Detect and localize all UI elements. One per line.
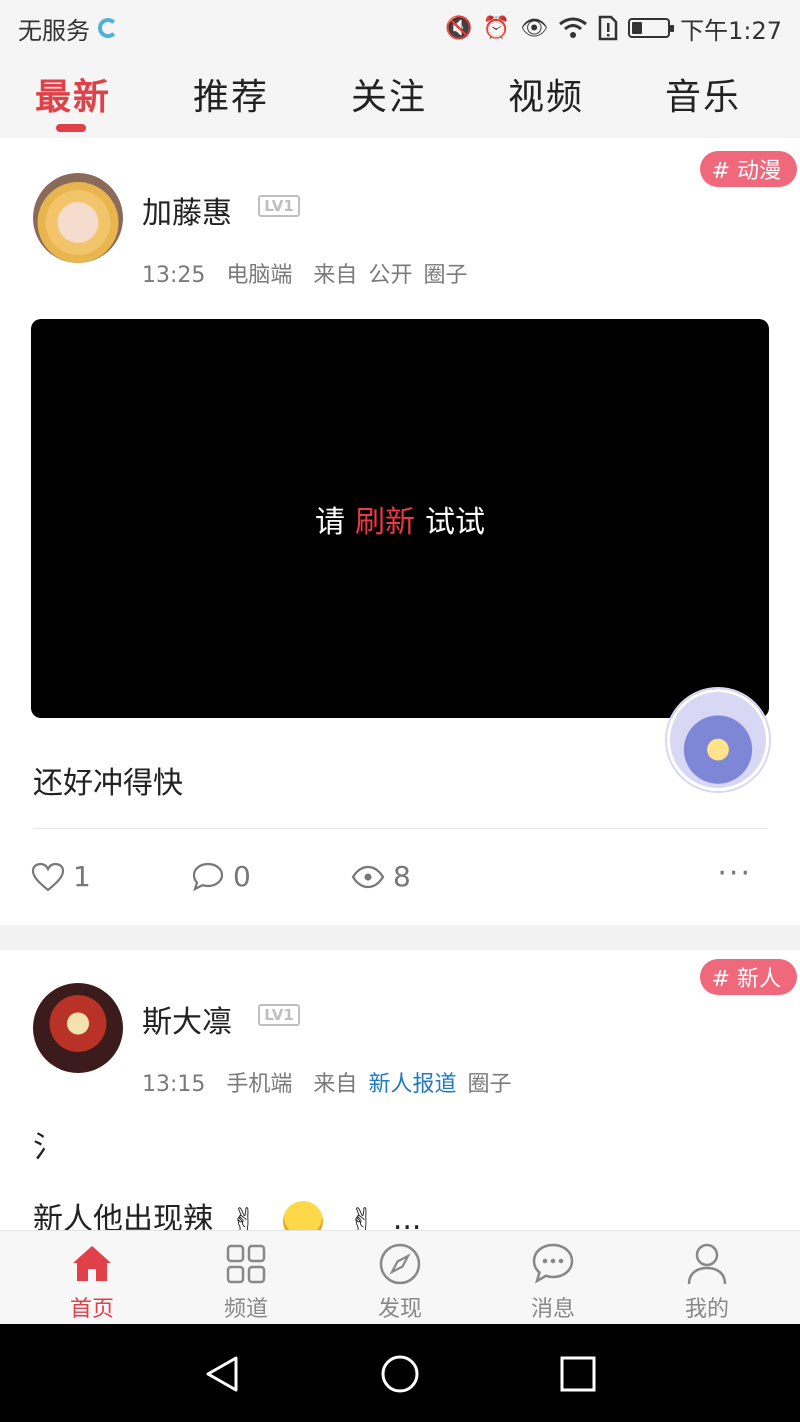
system-nav-bar bbox=[0, 1324, 800, 1422]
wifi-icon bbox=[559, 17, 588, 38]
status-right: 🔇 ⏰ 👁 下午1:27 bbox=[445, 11, 782, 46]
floating-avatar[interactable] bbox=[667, 689, 769, 791]
post-card[interactable]: # 新人 斯大凛 LV1 13:15 手机端 来自 新人报道 圈子 氵 新人他出… bbox=[0, 950, 800, 1230]
grid-icon bbox=[226, 1244, 266, 1284]
tab-music[interactable]: 音乐 bbox=[665, 68, 741, 120]
smile-emoji-icon bbox=[282, 1200, 323, 1230]
home-icon bbox=[73, 1246, 111, 1281]
username[interactable]: 斯大凛 bbox=[142, 997, 232, 1041]
level-badge: LV1 bbox=[258, 195, 300, 217]
comment-icon bbox=[192, 862, 224, 891]
home-circle-icon[interactable] bbox=[380, 1354, 420, 1394]
text-ellipsis: ... bbox=[392, 1202, 422, 1230]
tab-indicator bbox=[56, 124, 86, 132]
avatar[interactable] bbox=[33, 983, 123, 1073]
nav-messages[interactable]: 消息 bbox=[503, 1241, 603, 1323]
post-text-line1: 氵 bbox=[33, 1130, 63, 1165]
circle-name[interactable]: 新人报道 bbox=[368, 1072, 456, 1097]
topic-tag[interactable]: # 新人 bbox=[699, 959, 797, 995]
tab-latest[interactable]: 最新 bbox=[35, 68, 111, 120]
like-count: 1 bbox=[73, 860, 91, 893]
like-button[interactable]: 1 bbox=[31, 860, 91, 893]
nav-home[interactable]: 首页 bbox=[42, 1241, 142, 1323]
post-meta: 13:25 电脑端 来自 公开 圈子 bbox=[142, 257, 471, 289]
refresh-link[interactable]: 刷新 bbox=[355, 497, 415, 541]
nav-profile[interactable]: 我的 bbox=[657, 1241, 757, 1323]
post-time: 13:25 bbox=[142, 263, 206, 288]
post-meta: 13:15 手机端 来自 新人报道 圈子 bbox=[142, 1066, 515, 1098]
nav-channels-label: 频道 bbox=[223, 1297, 268, 1322]
status-left: 无服务 bbox=[18, 11, 118, 46]
post-text-line2: 新人他出现辣 ✌ ✌ ... bbox=[33, 1194, 421, 1230]
from-label: 来自 bbox=[313, 263, 358, 288]
topic-tag[interactable]: # 动漫 bbox=[699, 151, 797, 187]
more-options-button[interactable]: ··· bbox=[717, 856, 752, 891]
user-icon bbox=[687, 1243, 727, 1285]
bottom-nav: 首页 频道 发现 消息 我的 bbox=[0, 1230, 800, 1324]
tab-recommended[interactable]: 推荐 bbox=[193, 68, 269, 120]
nav-discover-label: 发现 bbox=[377, 1297, 422, 1322]
top-tabs: 最新 推荐 关注 视频 音乐 bbox=[0, 56, 800, 138]
post-card[interactable]: # 动漫 加藤惠 LV1 13:25 电脑端 来自 公开 圈子 请 刷新 试试 … bbox=[0, 138, 800, 925]
post-text: 还好冲得快 bbox=[33, 766, 183, 801]
nav-discover[interactable]: 发现 bbox=[350, 1241, 450, 1323]
nav-profile-label: 我的 bbox=[684, 1297, 729, 1322]
comment-button[interactable]: 0 bbox=[191, 860, 251, 893]
video-player[interactable]: 请 刷新 试试 bbox=[31, 319, 769, 718]
circle-suffix: 圈子 bbox=[423, 263, 468, 288]
tab-following[interactable]: 关注 bbox=[351, 68, 427, 120]
recent-apps-icon[interactable] bbox=[558, 1354, 598, 1394]
victory-emoji-icon: ✌ bbox=[230, 1200, 258, 1231]
post-device: 电脑端 bbox=[226, 263, 293, 288]
circle-name[interactable]: 公开 bbox=[368, 263, 412, 288]
loading-icon bbox=[98, 18, 118, 38]
alarm-icon: ⏰ bbox=[482, 15, 511, 41]
clock: 下午1:27 bbox=[680, 16, 782, 45]
nav-channels[interactable]: 频道 bbox=[196, 1241, 296, 1323]
heart-icon bbox=[31, 862, 65, 891]
circle-suffix: 圈子 bbox=[467, 1072, 512, 1097]
carrier-label: 无服务 bbox=[18, 16, 90, 45]
tab-video[interactable]: 视频 bbox=[508, 68, 584, 120]
avatar[interactable] bbox=[33, 173, 123, 263]
battery-icon bbox=[628, 18, 675, 38]
divider bbox=[33, 828, 768, 829]
victory-emoji-icon: ✌ bbox=[348, 1200, 376, 1231]
chat-icon bbox=[532, 1243, 574, 1284]
post-device: 手机端 bbox=[226, 1072, 293, 1097]
status-bar: 无服务 🔇 ⏰ 👁 下午1:27 bbox=[0, 0, 800, 56]
back-icon[interactable] bbox=[200, 1354, 244, 1394]
post-time: 13:15 bbox=[142, 1072, 206, 1097]
view-stat: 8 bbox=[351, 860, 411, 893]
mute-icon: 🔇 bbox=[445, 15, 473, 41]
eye-icon bbox=[351, 865, 385, 888]
eye-icon: 👁 bbox=[520, 15, 549, 41]
video-msg-pre: 请 bbox=[315, 504, 345, 540]
comment-count: 0 bbox=[233, 860, 251, 893]
level-badge: LV1 bbox=[258, 1004, 300, 1026]
nav-home-label: 首页 bbox=[69, 1297, 114, 1322]
view-count: 8 bbox=[393, 860, 411, 893]
sim-alert-icon bbox=[598, 15, 618, 41]
nav-messages-label: 消息 bbox=[530, 1297, 575, 1322]
battery-fill bbox=[632, 22, 643, 34]
compass-icon bbox=[379, 1243, 421, 1285]
post-text: 新人他出现辣 bbox=[33, 1202, 213, 1230]
video-msg-post: 试试 bbox=[425, 504, 485, 540]
from-label: 来自 bbox=[313, 1072, 358, 1097]
username[interactable]: 加藤惠 bbox=[142, 188, 232, 232]
